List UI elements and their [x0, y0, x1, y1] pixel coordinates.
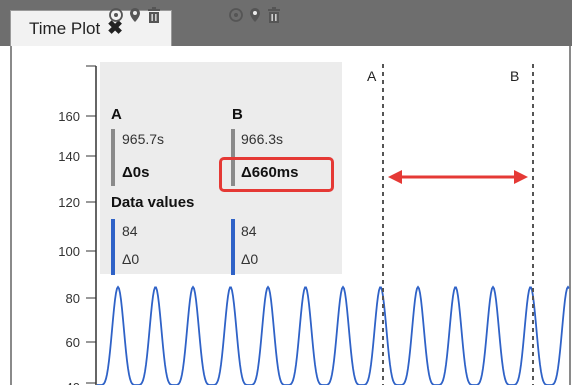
data-a-value: 84: [122, 223, 138, 239]
data-b-bar: [231, 219, 235, 275]
y-tick-label: 140: [58, 149, 80, 164]
cursor-a-label: A: [367, 68, 377, 84]
cursor-b-header: B: [232, 106, 243, 123]
cursor-a-header: A: [111, 106, 122, 123]
cursor-a-time-bar: [111, 129, 115, 186]
y-tick-label: 100: [58, 244, 80, 259]
trash-icon[interactable]: [266, 6, 282, 24]
data-b-value: 84: [241, 223, 257, 239]
trash-icon[interactable]: [146, 6, 162, 24]
y-tick-label: 80: [66, 291, 80, 306]
data-b-delta: Δ0: [241, 251, 259, 267]
y-tick-label: 60: [66, 335, 80, 350]
target-icon[interactable]: [108, 6, 124, 24]
data-a-delta: Δ0: [122, 251, 140, 267]
cursor-a-delta: Δ0s: [122, 164, 150, 181]
y-tick-label: 120: [58, 195, 80, 210]
cursor-b-time: 966.3s: [241, 131, 284, 147]
y-axis-ticks: [86, 65, 96, 384]
data-a-bar: [111, 219, 115, 275]
target-icon[interactable]: [228, 6, 244, 24]
signal-waveform: [96, 285, 570, 385]
annotation-arrow: [388, 170, 528, 184]
pin-icon[interactable]: [127, 6, 143, 24]
cursor-b-label: B: [510, 68, 519, 84]
data-values-header: Data values: [111, 194, 195, 211]
cursor-a-time: 965.7s: [122, 131, 165, 147]
y-tick-label: 160: [58, 109, 80, 124]
delta-highlight-box: [219, 157, 334, 192]
y-tick-label: 40: [66, 380, 80, 385]
pin-icon[interactable]: [247, 6, 263, 24]
